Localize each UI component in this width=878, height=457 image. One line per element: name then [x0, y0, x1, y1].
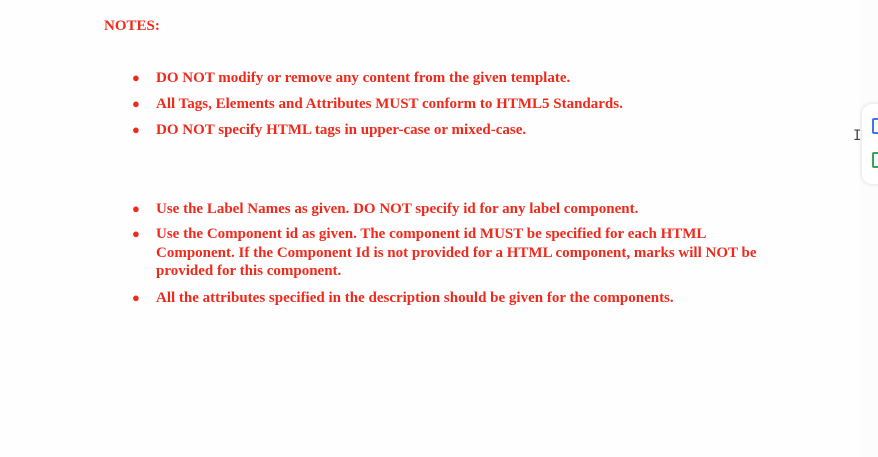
side-panel — [862, 104, 878, 184]
bullet-icon: ● — [132, 96, 140, 111]
list-item: ● DO NOT specify HTML tags in upper-case … — [132, 122, 527, 138]
bullet-icon: ● — [132, 226, 140, 241]
bullet-icon: ● — [132, 70, 140, 85]
list-item: ● Use the Label Names as given. DO NOT sp… — [132, 201, 639, 217]
comment-icon[interactable] — [872, 118, 878, 134]
list-item: ● All Tags, Elements and Attributes MUST … — [132, 96, 623, 112]
bullet-icon: ● — [132, 122, 140, 137]
text-cursor-icon: I — [853, 128, 862, 144]
list-item: ● Use the Component id as given. The comp… — [132, 226, 757, 279]
bullet-icon: ● — [132, 290, 140, 305]
bullet-icon: ● — [132, 201, 140, 216]
suggest-edit-icon[interactable] — [872, 152, 878, 168]
document-page: NOTES: ● DO NOT modify or remove any cont… — [0, 0, 860, 457]
list-item: ● All the attributes specified in the des… — [132, 290, 674, 306]
list-item: ● DO NOT modify or remove any content fro… — [132, 70, 571, 86]
notes-heading: NOTES: — [104, 18, 160, 34]
